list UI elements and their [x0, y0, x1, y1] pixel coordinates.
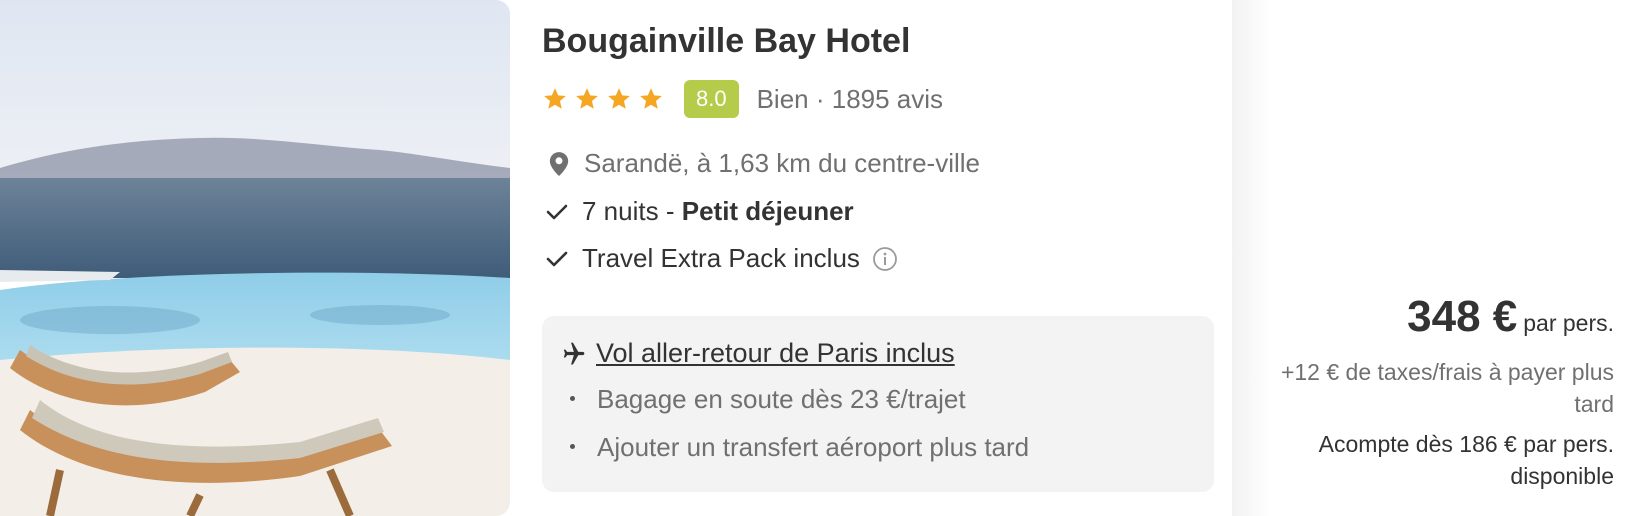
star-icon — [608, 88, 630, 109]
rating-summary[interactable]: Bien · 1895 avis — [757, 84, 943, 115]
stay-duration: 7 nuits - — [582, 196, 675, 226]
price-value: 348 € — [1407, 292, 1518, 341]
taxes-note: +12 € de taxes/frais à payer plus tard — [1280, 359, 1614, 417]
stay-feature-row: 7 nuits - Petit déjeuner — [546, 196, 854, 227]
board-type: Petit déjeuner — [681, 196, 854, 226]
flight-heading[interactable]: Vol aller-retour de Paris inclus — [558, 338, 955, 369]
hotel-photo-image — [0, 0, 510, 516]
star-icon — [576, 88, 598, 109]
hotel-photo[interactable] — [0, 0, 510, 516]
check-icon — [546, 251, 568, 266]
rating-row: 8.0 Bien · 1895 avis — [542, 78, 943, 120]
star-icon — [544, 88, 566, 109]
flight-bullet-transfer: Ajouter un transfert aéroport plus tard — [570, 432, 1029, 463]
info-icon[interactable] — [872, 246, 898, 272]
price-line: 348 € par pers. — [1407, 292, 1614, 342]
flight-bullet-luggage: Bagage en soute dès 23 €/trajet — [570, 384, 966, 415]
price-panel: 348 € par pers. +12 € de taxes/frais à pa… — [1240, 0, 1614, 516]
transfer-text: Ajouter un transfert aéroport plus tard — [597, 432, 1030, 462]
star-rating — [542, 86, 664, 112]
flight-link[interactable]: Vol aller-retour de Paris inclus — [596, 338, 955, 369]
location-row: Sarandë, à 1,63 km du centre-ville — [548, 148, 980, 179]
deposit-note: Acompte dès 186 € par pers. disponible — [1318, 431, 1614, 489]
pack-text: Travel Extra Pack inclus — [582, 243, 860, 273]
location-pin-icon — [549, 151, 569, 176]
airplane-icon — [563, 342, 585, 364]
hotel-info: Bougainville Bay Hotel 8.0 Bien · 1895 a… — [542, 0, 1222, 516]
score-badge: 8.0 — [684, 80, 739, 118]
check-icon — [546, 204, 568, 219]
flight-box: Vol aller-retour de Paris inclus Bagage … — [542, 316, 1214, 492]
hotel-name[interactable]: Bougainville Bay Hotel — [542, 22, 910, 61]
luggage-text: Bagage en soute dès 23 €/trajet — [597, 384, 966, 414]
pack-feature-row: Travel Extra Pack inclus — [546, 243, 912, 274]
location-text: Sarandë, à 1,63 km du centre-ville — [584, 148, 980, 178]
price-per-person: par pers. — [1523, 310, 1614, 336]
star-icon — [640, 88, 662, 109]
